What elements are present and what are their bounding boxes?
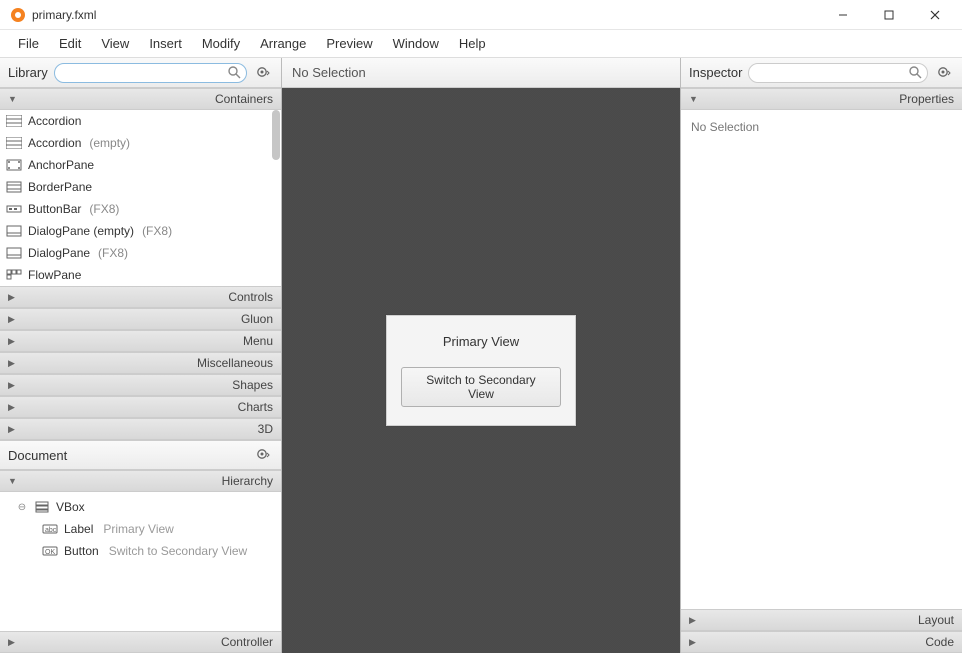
section-properties[interactable]: ▼Properties	[681, 88, 962, 110]
section-charts[interactable]: ▶Charts	[0, 396, 281, 418]
search-icon	[908, 65, 922, 79]
container-icon	[6, 159, 22, 171]
menu-bar: File Edit View Insert Modify Arrange Pre…	[0, 30, 962, 58]
menu-view[interactable]: View	[91, 32, 139, 55]
right-panel: Inspector ▼Properties No Selection ▶Layo…	[680, 58, 962, 653]
inspector-menu-button[interactable]	[934, 63, 954, 83]
list-item[interactable]: ButtonBar(FX8)	[0, 198, 281, 220]
inspector-search-input[interactable]	[748, 63, 928, 83]
container-icon	[6, 269, 22, 281]
list-item[interactable]: AnchorPane	[0, 154, 281, 176]
svg-text:OK: OK	[45, 549, 55, 556]
scrollbar[interactable]	[271, 110, 281, 286]
document-title: Document	[8, 448, 67, 463]
design-canvas[interactable]: Primary View Switch to Secondary View	[282, 88, 680, 653]
list-item[interactable]: Accordion	[0, 110, 281, 132]
menu-insert[interactable]: Insert	[139, 32, 192, 55]
section-menu[interactable]: ▶Menu	[0, 330, 281, 352]
section-controls[interactable]: ▶Controls	[0, 286, 281, 308]
section-label: Containers	[215, 92, 273, 106]
list-item[interactable]: DialogPane(FX8)	[0, 242, 281, 264]
chevron-right-icon: ▶	[689, 615, 696, 626]
title-bar: primary.fxml	[0, 0, 962, 30]
section-code[interactable]: ▶Code	[681, 631, 962, 653]
button-icon: OK	[42, 544, 58, 558]
section-miscellaneous[interactable]: ▶Miscellaneous	[0, 352, 281, 374]
preview-vbox[interactable]: Primary View Switch to Secondary View	[386, 315, 576, 426]
section-3d[interactable]: ▶3D	[0, 418, 281, 440]
list-item[interactable]: BorderPane	[0, 176, 281, 198]
selection-status: No Selection	[282, 58, 680, 88]
menu-modify[interactable]: Modify	[192, 32, 250, 55]
minimize-button[interactable]	[820, 0, 866, 30]
close-button[interactable]	[912, 0, 958, 30]
section-layout[interactable]: ▶Layout	[681, 609, 962, 631]
tree-node-root[interactable]: ⊖ VBox	[0, 496, 281, 518]
maximize-button[interactable]	[866, 0, 912, 30]
section-hierarchy[interactable]: ▼Hierarchy	[0, 470, 281, 492]
menu-window[interactable]: Window	[383, 32, 449, 55]
vbox-icon	[34, 500, 50, 514]
app-icon	[10, 7, 26, 23]
menu-edit[interactable]: Edit	[49, 32, 91, 55]
library-title: Library	[8, 65, 48, 80]
container-icon	[6, 137, 22, 149]
container-icon	[6, 203, 22, 215]
search-icon	[227, 65, 241, 79]
chevron-right-icon: ▶	[8, 314, 15, 325]
section-gluon[interactable]: ▶Gluon	[0, 308, 281, 330]
list-item[interactable]: FlowPane	[0, 264, 281, 286]
tree-node-child[interactable]: abc Label Primary View	[0, 518, 281, 540]
collapse-icon[interactable]: ⊖	[16, 502, 28, 513]
document-menu-button[interactable]	[253, 445, 273, 465]
section-controller[interactable]: ▶Controller	[0, 631, 281, 653]
inspector-title: Inspector	[689, 65, 742, 80]
center-panel: No Selection Primary View Switch to Seco…	[282, 58, 680, 653]
label-icon: abc	[42, 522, 58, 536]
window-controls	[820, 0, 958, 30]
menu-file[interactable]: File	[8, 32, 49, 55]
tree-node-child[interactable]: OK Button Switch to Secondary View	[0, 540, 281, 562]
hierarchy-tree: ⊖ VBox abc Label Primary View OK Button …	[0, 492, 281, 631]
menu-help[interactable]: Help	[449, 32, 496, 55]
preview-label[interactable]: Primary View	[443, 334, 519, 349]
inspector-no-selection: No Selection	[691, 120, 759, 134]
menu-arrange[interactable]: Arrange	[250, 32, 316, 55]
preview-button[interactable]: Switch to Secondary View	[401, 367, 561, 407]
container-icon	[6, 115, 22, 127]
svg-text:abc: abc	[45, 527, 57, 534]
chevron-right-icon: ▶	[8, 358, 15, 369]
list-item[interactable]: Accordion(empty)	[0, 132, 281, 154]
inspector-header: Inspector	[681, 58, 962, 88]
container-icon	[6, 181, 22, 193]
chevron-right-icon: ▶	[689, 637, 696, 648]
chevron-down-icon: ▼	[689, 94, 698, 104]
library-header: Library	[0, 58, 281, 88]
chevron-right-icon: ▶	[8, 292, 15, 303]
window-title: primary.fxml	[32, 8, 96, 22]
scrollbar-thumb[interactable]	[272, 110, 280, 160]
chevron-right-icon: ▶	[8, 336, 15, 347]
containers-list: Accordion Accordion(empty) AnchorPane Bo…	[0, 110, 281, 286]
library-menu-button[interactable]	[253, 63, 273, 83]
document-header: Document	[0, 440, 281, 470]
chevron-right-icon: ▶	[8, 380, 15, 391]
container-icon	[6, 225, 22, 237]
menu-preview[interactable]: Preview	[316, 32, 382, 55]
library-search-input[interactable]	[54, 63, 247, 83]
chevron-down-icon: ▼	[8, 476, 17, 486]
section-containers[interactable]: ▼ Containers	[0, 88, 281, 110]
chevron-right-icon: ▶	[8, 637, 15, 648]
section-shapes[interactable]: ▶Shapes	[0, 374, 281, 396]
chevron-right-icon: ▶	[8, 424, 15, 435]
left-panel: Library ▼ Containers Accordion Accordion…	[0, 58, 282, 653]
list-item[interactable]: DialogPane (empty)(FX8)	[0, 220, 281, 242]
container-icon	[6, 247, 22, 259]
chevron-down-icon: ▼	[8, 94, 17, 104]
chevron-right-icon: ▶	[8, 402, 15, 413]
inspector-body: No Selection	[681, 110, 962, 609]
